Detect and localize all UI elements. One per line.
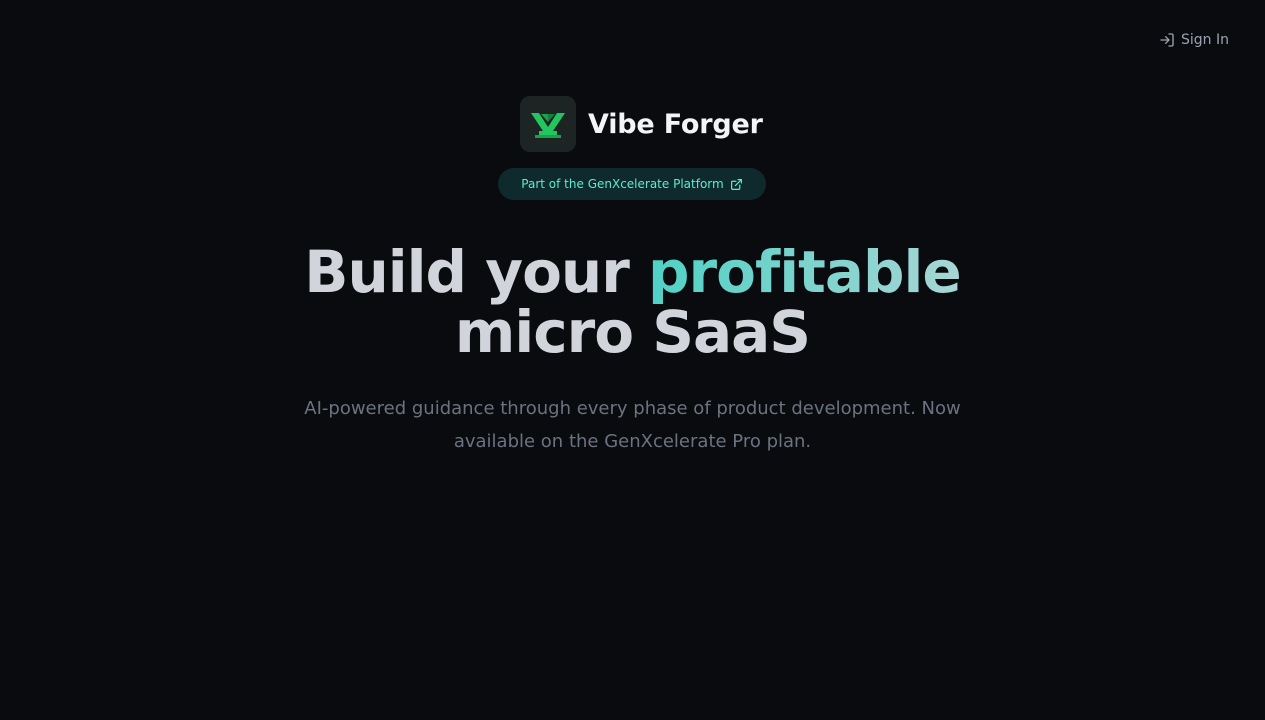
faint-decoration [446, 507, 478, 512]
log-in-icon [1159, 32, 1175, 48]
platform-badge-label: Part of the GenXcelerate Platform [521, 177, 724, 191]
sign-in-label: Sign In [1181, 32, 1229, 48]
landing-page: Sign In Vibe Forger Part of the GenXcele… [0, 0, 1265, 720]
hero-title-part2: micro SaaS [454, 298, 811, 366]
hero-title-accent: profitable [648, 238, 962, 306]
vibe-forger-logo-icon [520, 96, 576, 152]
external-link-icon [730, 178, 743, 191]
brand: Vibe Forger [520, 96, 763, 152]
brand-name: Vibe Forger [588, 108, 763, 140]
hero-subtitle: AI-powered guidance through every phase … [304, 398, 961, 452]
hero-title-part1: Build your [304, 238, 649, 306]
platform-badge-link[interactable]: Part of the GenXcelerate Platform [498, 168, 766, 200]
sign-in-button[interactable]: Sign In [1159, 29, 1229, 51]
hero-title: Build your profitable micro SaaS [0, 242, 1265, 362]
